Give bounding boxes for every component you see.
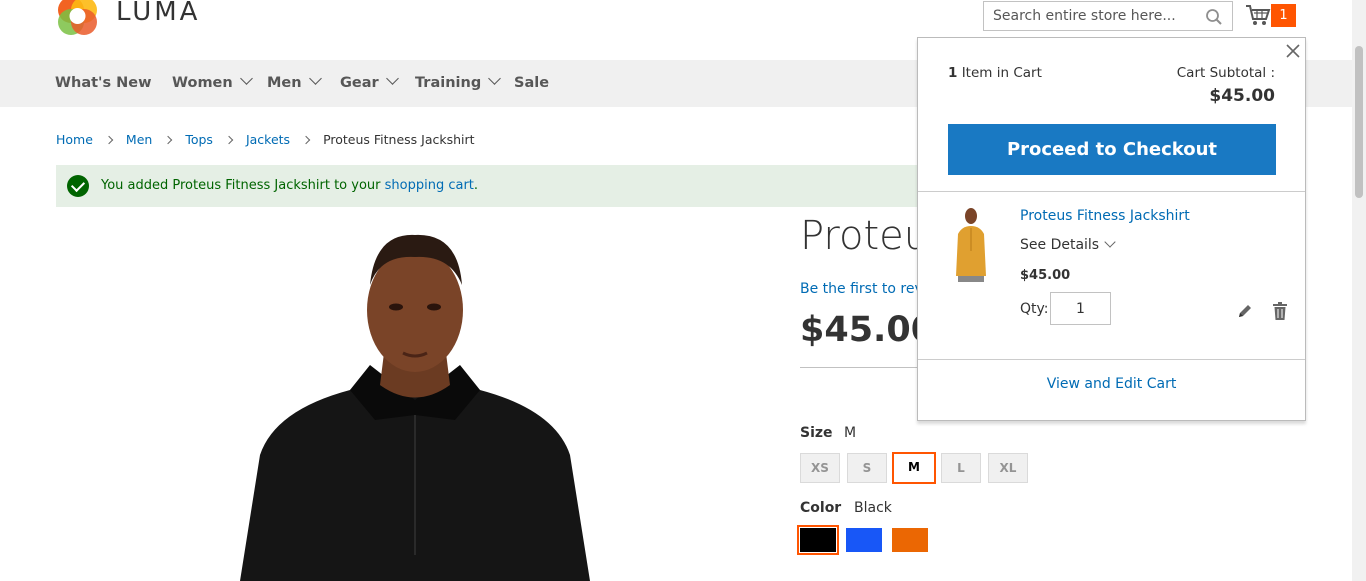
search-icon[interactable] [1205, 8, 1223, 26]
color-swatch-orange[interactable] [892, 528, 928, 552]
search-box [983, 1, 1233, 31]
see-details-toggle[interactable]: See Details [1020, 236, 1116, 253]
minicart-item-count: 1 Item in Cart [948, 65, 1042, 81]
page-scrollbar[interactable] [1352, 0, 1366, 581]
cart-item-name[interactable]: Proteus Fitness Jackshirt [1020, 208, 1190, 224]
success-check-icon [67, 175, 89, 197]
breadcrumb-men[interactable]: Men [126, 132, 152, 147]
nav-item-label: Sale [514, 75, 550, 91]
chevron-right-icon [301, 135, 311, 145]
chevron-right-icon [224, 135, 234, 145]
nav-item-men[interactable]: Men [267, 60, 322, 107]
chevron-down-icon [488, 72, 502, 85]
view-and-edit-cart-link[interactable]: View and Edit Cart [918, 376, 1305, 392]
breadcrumb-current: Proteus Fitness Jackshirt [323, 132, 475, 147]
success-message: You added Proteus Fitness Jackshirt to y… [56, 165, 926, 207]
nav-item-label: What's New [55, 75, 152, 91]
nav-item-gear[interactable]: Gear [340, 60, 399, 107]
nav-item-whats-new[interactable]: What's New [55, 60, 152, 107]
size-label: Size [800, 425, 833, 441]
success-message-text: You added Proteus Fitness Jackshirt to y… [101, 178, 478, 193]
message-suffix: . [473, 178, 479, 193]
brand-name[interactable]: LUMA [116, 0, 200, 27]
cart-count-badge[interactable]: 1 [1271, 4, 1296, 27]
size-selected-value: M [844, 425, 857, 441]
minicart-dropdown: 1 Item in Cart Cart Subtotal : $45.00 Pr… [917, 37, 1306, 421]
search-input[interactable] [984, 2, 1194, 30]
nav-item-women[interactable]: Women [172, 60, 253, 107]
close-icon[interactable] [1284, 42, 1302, 60]
qty-input[interactable] [1050, 292, 1111, 325]
nav-item-label: Gear [340, 75, 379, 91]
luma-logo-icon[interactable] [56, 0, 102, 36]
divider [918, 191, 1305, 192]
chevron-down-icon [239, 72, 253, 85]
scrollbar-thumb[interactable] [1355, 46, 1363, 198]
item-count-number: 1 [948, 65, 958, 81]
breadcrumb-tops[interactable]: Tops [185, 132, 213, 147]
chevron-down-icon [1104, 236, 1116, 248]
color-swatch-black[interactable] [797, 525, 839, 555]
item-count-label: Item in Cart [957, 65, 1042, 81]
color-swatch-blue[interactable] [846, 528, 882, 552]
qty-label: Qty: [1020, 301, 1049, 317]
divider [800, 367, 920, 368]
cart-item-thumbnail[interactable] [948, 206, 994, 282]
chevron-right-icon [104, 135, 114, 145]
subtotal-value: $45.00 [1209, 86, 1275, 106]
chevron-down-icon [308, 72, 322, 85]
size-swatch-m[interactable]: M [892, 452, 936, 484]
product-image[interactable] [220, 225, 610, 581]
nav-item-label: Men [267, 75, 302, 91]
color-selected-value: Black [854, 500, 892, 516]
nav-item-label: Women [172, 75, 233, 91]
size-swatch-xs[interactable]: XS [800, 453, 840, 483]
breadcrumb-jackets[interactable]: Jackets [246, 132, 290, 147]
chevron-down-icon [385, 72, 399, 85]
chevron-right-icon [164, 135, 173, 145]
see-details-label: See Details [1020, 237, 1100, 253]
breadcrumb: Home Men Tops Jackets Proteus Fitness Jacksh… [56, 132, 475, 147]
trash-icon[interactable] [1272, 302, 1288, 320]
cart-item-price: $45.00 [1020, 268, 1071, 283]
color-label: Color [800, 500, 842, 516]
shopping-cart-icon[interactable] [1245, 3, 1271, 27]
nav-item-label: Training [415, 75, 482, 91]
breadcrumb-home[interactable]: Home [56, 132, 93, 147]
edit-pencil-icon[interactable] [1237, 303, 1253, 319]
size-swatch-s[interactable]: S [847, 453, 887, 483]
product-price: $45.00 [800, 310, 936, 350]
message-body: You added Proteus Fitness Jackshirt to y… [101, 178, 385, 193]
nav-item-training[interactable]: Training [415, 60, 502, 107]
nav-item-sale[interactable]: Sale [514, 60, 549, 107]
size-swatch-xl[interactable]: XL [988, 453, 1028, 483]
divider [918, 359, 1305, 360]
subtotal-label: Cart Subtotal : [1176, 65, 1275, 81]
shopping-cart-link[interactable]: shopping cart [385, 178, 474, 193]
proceed-to-checkout-button[interactable]: Proceed to Checkout [948, 124, 1276, 175]
size-swatch-l[interactable]: L [941, 453, 981, 483]
